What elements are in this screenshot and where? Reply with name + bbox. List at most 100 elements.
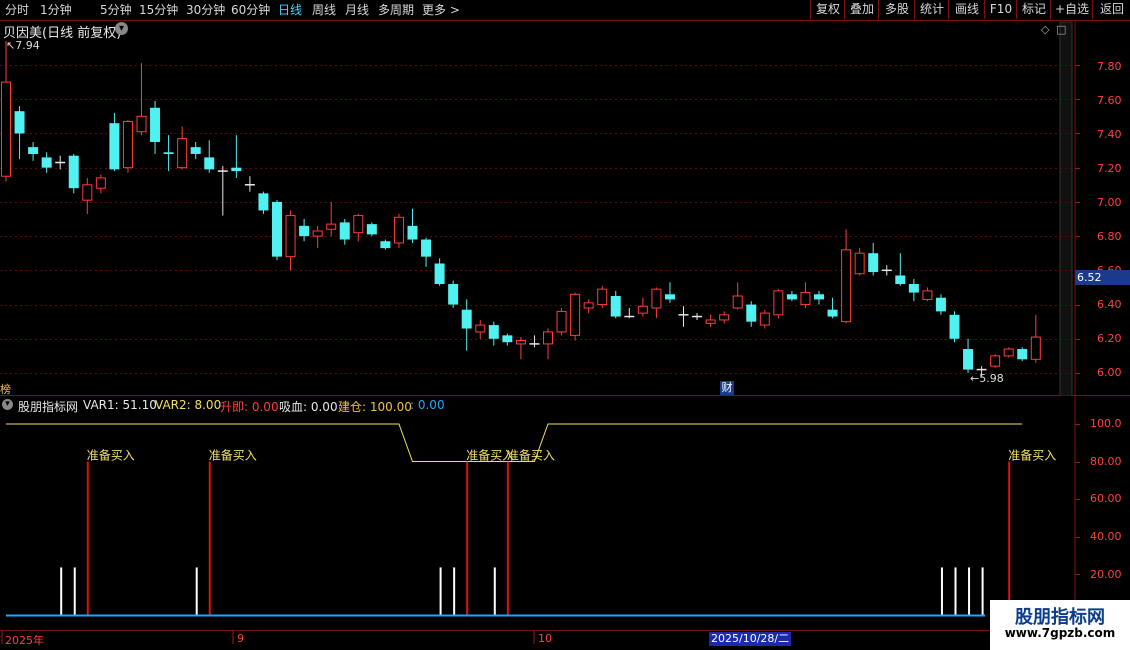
candle-body-down <box>14 111 25 134</box>
indicator-y-tick: 60.00 <box>1090 492 1122 505</box>
multi-stock-button[interactable]: 多股 <box>878 0 915 19</box>
candle-body-down <box>366 224 377 235</box>
period-tab-more[interactable]: 更多 > <box>422 1 460 19</box>
candle-body-up <box>597 288 608 306</box>
candle-body-down <box>68 155 79 189</box>
period-tab-weekly[interactable]: 周线 <box>312 1 336 19</box>
candle-body-down <box>502 335 513 343</box>
indicator-y-tick: 80.00 <box>1090 455 1122 468</box>
period-tab-30min[interactable]: 30分钟 <box>186 1 225 19</box>
indicator-y-tick: 100.0 <box>1090 417 1122 430</box>
y-tick: 6.40 <box>1097 298 1122 311</box>
period-tab-daily[interactable]: 日线 <box>278 1 302 19</box>
var2-value: VAR2: 8.00 <box>155 398 222 412</box>
period-tab-intraday[interactable]: 分时 <box>5 1 29 19</box>
candle-body-down <box>488 325 499 339</box>
candle-body-up <box>1 81 11 177</box>
candle-body-down <box>1017 349 1028 360</box>
high-price-value: 7.94 <box>15 39 40 52</box>
candle-body-down <box>827 309 838 317</box>
year-label: 2025年 <box>5 634 44 647</box>
period-tab-5min[interactable]: 5分钟 <box>100 1 132 19</box>
back-button[interactable]: 返回 <box>1092 0 1130 19</box>
candle-body-down <box>610 296 621 317</box>
candle-body-up <box>136 115 147 133</box>
draw-line-button[interactable]: 画线 <box>948 0 985 19</box>
candle-body-up <box>719 314 730 321</box>
time-axis-svg <box>0 630 1130 644</box>
candle-body-down <box>786 294 797 300</box>
candle-body-down <box>41 157 52 168</box>
y-tick: 7.40 <box>1097 128 1122 141</box>
rise-value: 升即: 0.00 <box>220 400 279 414</box>
diamond-icon[interactable]: ◇ <box>1041 23 1049 36</box>
y-tick: 6.20 <box>1097 332 1122 345</box>
candle-body-up <box>637 305 648 314</box>
candle-body-up <box>990 355 1001 367</box>
candle-body-up <box>82 184 93 201</box>
candle-body-down <box>163 152 174 154</box>
current-price-badge: 6.52 <box>1075 270 1130 285</box>
arrow-icon: ↖ <box>6 39 16 52</box>
candle-body-up <box>1003 348 1014 357</box>
candle-body-down <box>339 222 350 240</box>
rank-flag[interactable]: 榜 <box>0 381 11 397</box>
candle-body-down <box>407 225 418 240</box>
candle-body-up <box>177 138 188 169</box>
candle-body-up <box>122 120 133 169</box>
candle-body-down <box>461 309 472 329</box>
y-tick: 7.00 <box>1097 196 1122 209</box>
low-price-value: 5.98 <box>979 372 1004 385</box>
candle-body-up <box>393 216 404 244</box>
top-toolbar: 分时 1分钟 5分钟 15分钟 30分钟 60分钟 日线 周线 月线 多周期 更… <box>0 0 1130 21</box>
cursor-date-label: 2025/10/28/二 <box>709 632 792 646</box>
y-tick: 7.80 <box>1097 60 1122 73</box>
candle-body-down <box>28 147 39 154</box>
mark-button[interactable]: 标记 <box>1016 0 1051 19</box>
y-tick: 7.20 <box>1097 162 1122 175</box>
candle-body-up <box>759 312 770 326</box>
y-tick: 6.80 <box>1097 230 1122 243</box>
candle-body-up <box>651 288 662 309</box>
candle-body-up <box>583 302 594 309</box>
candle-body-up <box>773 290 784 316</box>
indicator-chart[interactable]: 准备买入 准备买入 准备买入准备买入 准备买入 <box>0 396 1130 630</box>
candle-body-down <box>231 167 242 172</box>
period-tab-1min[interactable]: 1分钟 <box>40 1 72 19</box>
period-tab-60min[interactable]: 60分钟 <box>231 1 270 19</box>
candle-body-up <box>285 215 296 258</box>
statistics-button[interactable]: 统计 <box>914 0 949 19</box>
period-tab-monthly[interactable]: 月线 <box>345 1 369 19</box>
window-toggle-icon[interactable]: □ <box>1056 23 1066 36</box>
chevron-down-icon[interactable]: ▾ <box>115 22 128 35</box>
candle-body-up <box>312 230 323 237</box>
add-watchlist-button[interactable]: +自选 <box>1050 0 1093 19</box>
indicator-name: 股朋指标网 <box>18 400 79 414</box>
period-tab-15min[interactable]: 15分钟 <box>139 1 178 19</box>
candle-body-up <box>854 252 865 275</box>
build-value: 建仓: 100.00 <box>338 400 412 414</box>
absorb-value: 吸血: 0.00 <box>279 400 338 414</box>
chevron-down-icon[interactable]: ▾ <box>2 399 13 410</box>
candle-body-down <box>204 157 215 170</box>
arrow-icon: ← <box>970 372 980 385</box>
main-chart-panel[interactable]: 贝因美(日线 前复权) ▾ ◇ □ ↖7.94 ←5.98 7.80 7.60 … <box>0 20 1130 396</box>
candle-body-up <box>800 292 811 306</box>
indicator-panel[interactable]: 准备买入 准备买入 准备买入 准备买入 准备买入 ▾ 股朋指标网 VAR1: 51.10… <box>0 396 1130 630</box>
adjust-button[interactable]: 复权 <box>810 0 845 19</box>
f10-button[interactable]: F10 <box>984 0 1017 19</box>
finance-event-flag[interactable]: 财 <box>720 381 734 395</box>
overlay-button[interactable]: 叠加 <box>844 0 879 19</box>
candlestick-chart[interactable] <box>0 20 1130 396</box>
candle-body-up <box>570 293 581 336</box>
period-tab-multi[interactable]: 多周期 <box>378 1 414 19</box>
candle-body-down <box>190 147 201 154</box>
candle-body-down <box>109 123 120 170</box>
candle-body-down <box>814 294 824 300</box>
candle-body-down <box>380 241 391 249</box>
candle-body-down <box>434 263 445 285</box>
low-price-label: ←5.98 <box>970 372 1004 385</box>
candle-body-up <box>556 310 567 333</box>
watermark-url: www.7gpzb.com <box>1004 626 1116 640</box>
buy-signal-label: 准备买入 <box>87 449 135 463</box>
